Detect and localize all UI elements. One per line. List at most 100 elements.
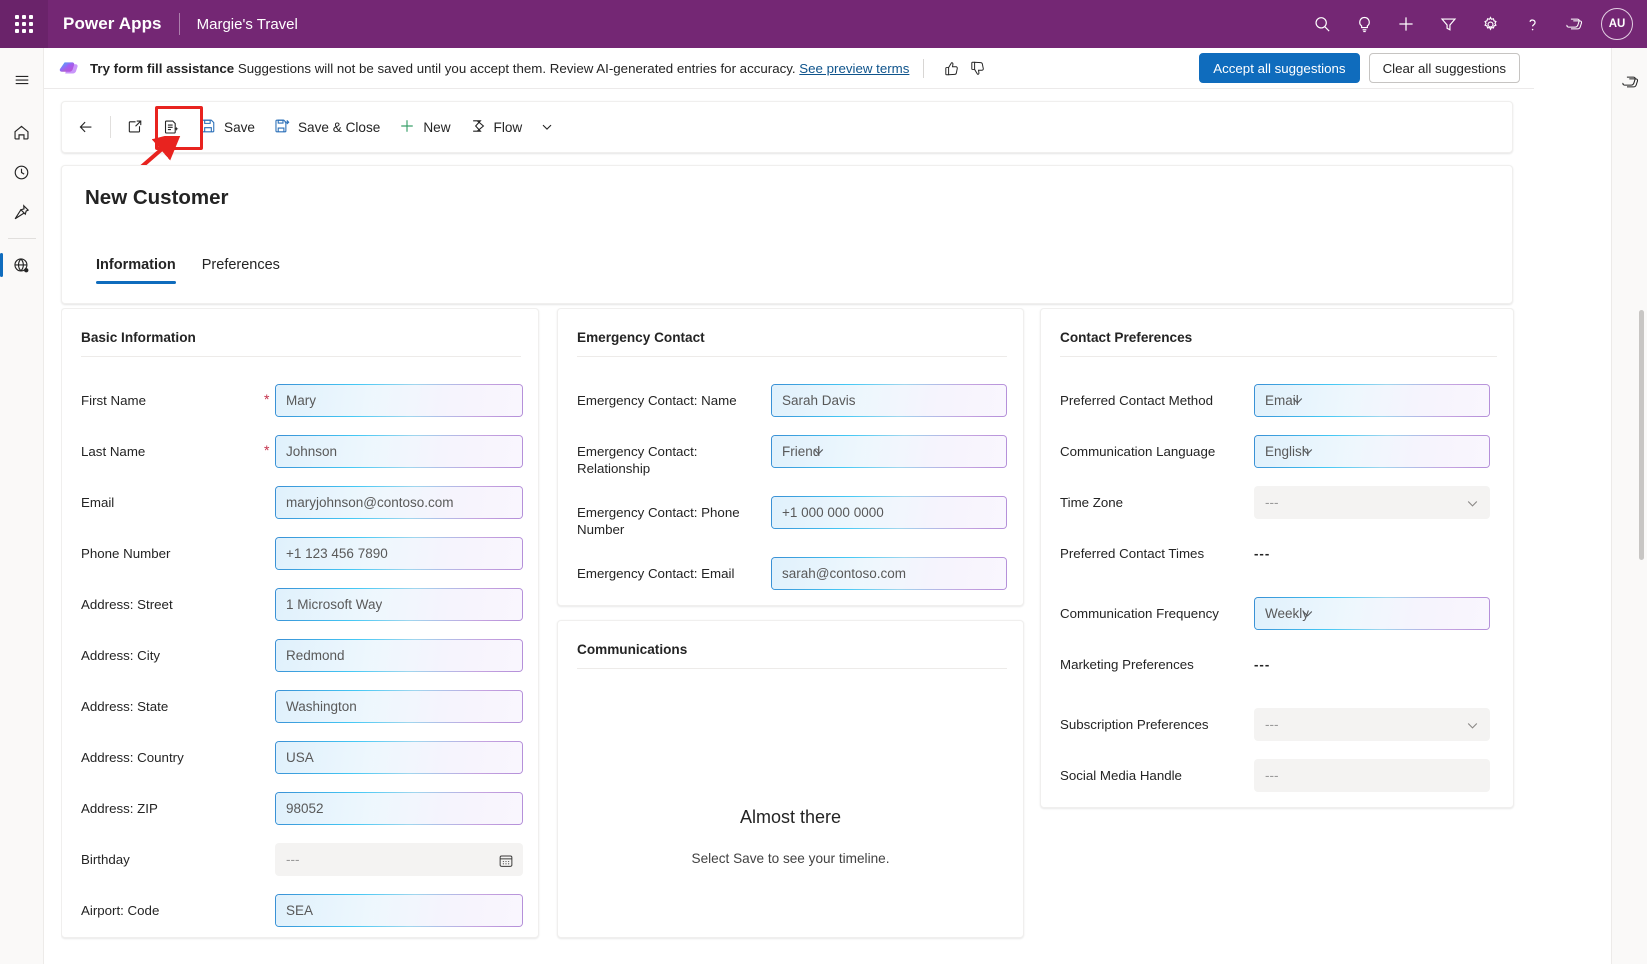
field-row-address-state: Address: State Washington: [81, 690, 523, 723]
form-scrollbar[interactable]: [1638, 310, 1645, 956]
new-button[interactable]: New: [389, 108, 459, 146]
form-fill-assist-button[interactable]: [153, 108, 190, 146]
field-row-airport-code: Airport: Code SEA: [81, 894, 523, 927]
open-in-new-icon[interactable]: [117, 108, 153, 146]
save-button[interactable]: Save: [190, 108, 264, 146]
chevron-down-icon[interactable]: [1300, 597, 1315, 630]
search-icon[interactable]: [1301, 4, 1343, 44]
help-icon[interactable]: [1511, 4, 1553, 44]
save-label: Save: [224, 120, 255, 135]
field-row-social-media-handle: Social Media Handle ---: [1060, 759, 1497, 792]
field-label-social-media-handle: Social Media Handle: [1060, 759, 1254, 784]
select-communication-frequency[interactable]: Weekly: [1254, 597, 1490, 630]
input-value-birthday: ---: [286, 852, 300, 867]
copilot-panel-icon[interactable]: [1612, 62, 1647, 102]
field-label-address-state: Address: State: [81, 690, 264, 715]
input-ec-email[interactable]: sarah@contoso.com: [771, 557, 1007, 590]
top-navigation-bar: Power Apps Margie's Travel: [0, 0, 1647, 48]
field-label-address-city: Address: City: [81, 639, 264, 664]
field-row-preferred-contact-method: Preferred Contact Method Email: [1060, 384, 1497, 417]
save-and-close-button[interactable]: Save & Close: [264, 108, 389, 146]
save-close-icon: [273, 117, 291, 138]
sidebar-item-home[interactable]: [0, 112, 44, 152]
field-label-time-zone: Time Zone: [1060, 486, 1254, 511]
overflow-chevron-button[interactable]: [531, 108, 563, 146]
value-marketing-preferences: ---: [1254, 648, 1490, 672]
back-button[interactable]: [68, 108, 104, 146]
avatar-initials: AU: [1609, 18, 1626, 30]
tab-preferences[interactable]: Preferences: [191, 251, 291, 284]
app-launcher-button[interactable]: [0, 0, 48, 48]
chevron-down-icon[interactable]: [1465, 487, 1480, 520]
tab-information[interactable]: Information: [85, 251, 187, 284]
page-title: New Customer: [85, 186, 229, 210]
plus-icon[interactable]: [1385, 4, 1427, 44]
app-name[interactable]: Margie's Travel: [197, 16, 298, 33]
required-spacer: [264, 792, 275, 799]
avatar[interactable]: AU: [1601, 8, 1633, 40]
brand-title[interactable]: Power Apps: [63, 14, 162, 34]
gear-icon[interactable]: [1469, 4, 1511, 44]
input-last-name[interactable]: Johnson: [275, 435, 523, 468]
chevron-down-icon[interactable]: [1300, 435, 1315, 468]
input-value-phone-number: +1 123 456 7890: [286, 546, 388, 561]
command-bar: Save Save & Close New Flow: [61, 101, 1513, 153]
field-row-ec-name: Emergency Contact: Name Sarah Davis: [577, 384, 1007, 417]
input-phone-number[interactable]: +1 123 456 7890: [275, 537, 523, 570]
input-first-name[interactable]: Mary: [275, 384, 523, 417]
input-ec-name[interactable]: Sarah Davis: [771, 384, 1007, 417]
top-bar-actions: AU: [1301, 4, 1647, 44]
lightbulb-icon[interactable]: [1343, 4, 1385, 44]
thumbs-down-icon[interactable]: [964, 55, 990, 81]
value-preferred-contact-times: ---: [1254, 537, 1490, 561]
select-ec-relationship[interactable]: Friend: [771, 435, 1007, 468]
chevron-down-icon[interactable]: [1290, 384, 1305, 417]
select-communication-language[interactable]: English: [1254, 435, 1490, 468]
input-value-address-zip: 98052: [286, 801, 324, 816]
required-spacer: [264, 741, 275, 748]
filter-icon[interactable]: [1427, 4, 1469, 44]
flow-button[interactable]: Flow: [460, 108, 532, 146]
field-label-ec-phone: Emergency Contact: Phone Number: [577, 496, 771, 538]
calendar-icon[interactable]: [498, 844, 514, 877]
select-subscription-preferences[interactable]: ---: [1254, 708, 1490, 741]
sidebar-item-recent[interactable]: [0, 152, 44, 192]
accept-all-suggestions-button[interactable]: Accept all suggestions: [1199, 53, 1359, 83]
input-airport-code[interactable]: SEA: [275, 894, 523, 927]
banner-title: Try form fill assistance: [90, 61, 234, 76]
field-label-airport-code: Airport: Code: [81, 894, 264, 919]
sidebar-item-customers[interactable]: [0, 245, 44, 285]
scrollbar-thumb[interactable]: [1639, 310, 1644, 560]
field-row-phone-number: Phone Number +1 123 456 7890: [81, 537, 523, 570]
sidebar-item-menu[interactable]: [0, 60, 44, 100]
input-address-state[interactable]: Washington: [275, 690, 523, 723]
input-ec-phone[interactable]: +1 000 000 0000: [771, 496, 1007, 529]
select-preferred-contact-method[interactable]: Email: [1254, 384, 1490, 417]
input-value-ec-email: sarah@contoso.com: [782, 566, 906, 581]
section-title-basic: Basic Information: [81, 330, 196, 345]
field-label-address-country: Address: Country: [81, 741, 264, 766]
input-social-media-handle[interactable]: ---: [1254, 759, 1490, 792]
chevron-down-icon[interactable]: [1465, 709, 1480, 742]
input-address-street[interactable]: 1 Microsoft Way: [275, 588, 523, 621]
input-address-zip[interactable]: 98052: [275, 792, 523, 825]
input-email[interactable]: maryjohnson@contoso.com: [275, 486, 523, 519]
field-label-marketing-preferences: Marketing Preferences: [1060, 648, 1254, 673]
input-birthday[interactable]: ---: [275, 843, 523, 876]
preview-terms-link[interactable]: See preview terms: [799, 61, 909, 76]
clear-all-suggestions-button[interactable]: Clear all suggestions: [1369, 53, 1520, 83]
copilot-icon[interactable]: [1553, 4, 1595, 44]
field-row-subscription-preferences: Subscription Preferences ---: [1060, 708, 1497, 741]
field-row-address-country: Address: Country USA: [81, 741, 523, 774]
waffle-icon: [15, 15, 33, 33]
banner-text: Try form fill assistance Suggestions wil…: [90, 61, 909, 76]
sidebar-item-pinned[interactable]: [0, 192, 44, 232]
chevron-down-icon[interactable]: [811, 435, 826, 468]
field-label-birthday: Birthday: [81, 843, 264, 868]
input-address-country[interactable]: USA: [275, 741, 523, 774]
thumbs-up-icon[interactable]: [938, 55, 964, 81]
input-address-city[interactable]: Redmond: [275, 639, 523, 672]
form-body: Basic Information First Name * Mary Last…: [61, 308, 1521, 964]
select-time-zone[interactable]: ---: [1254, 486, 1490, 519]
section-basic-information: Basic Information First Name * Mary Last…: [61, 308, 539, 938]
